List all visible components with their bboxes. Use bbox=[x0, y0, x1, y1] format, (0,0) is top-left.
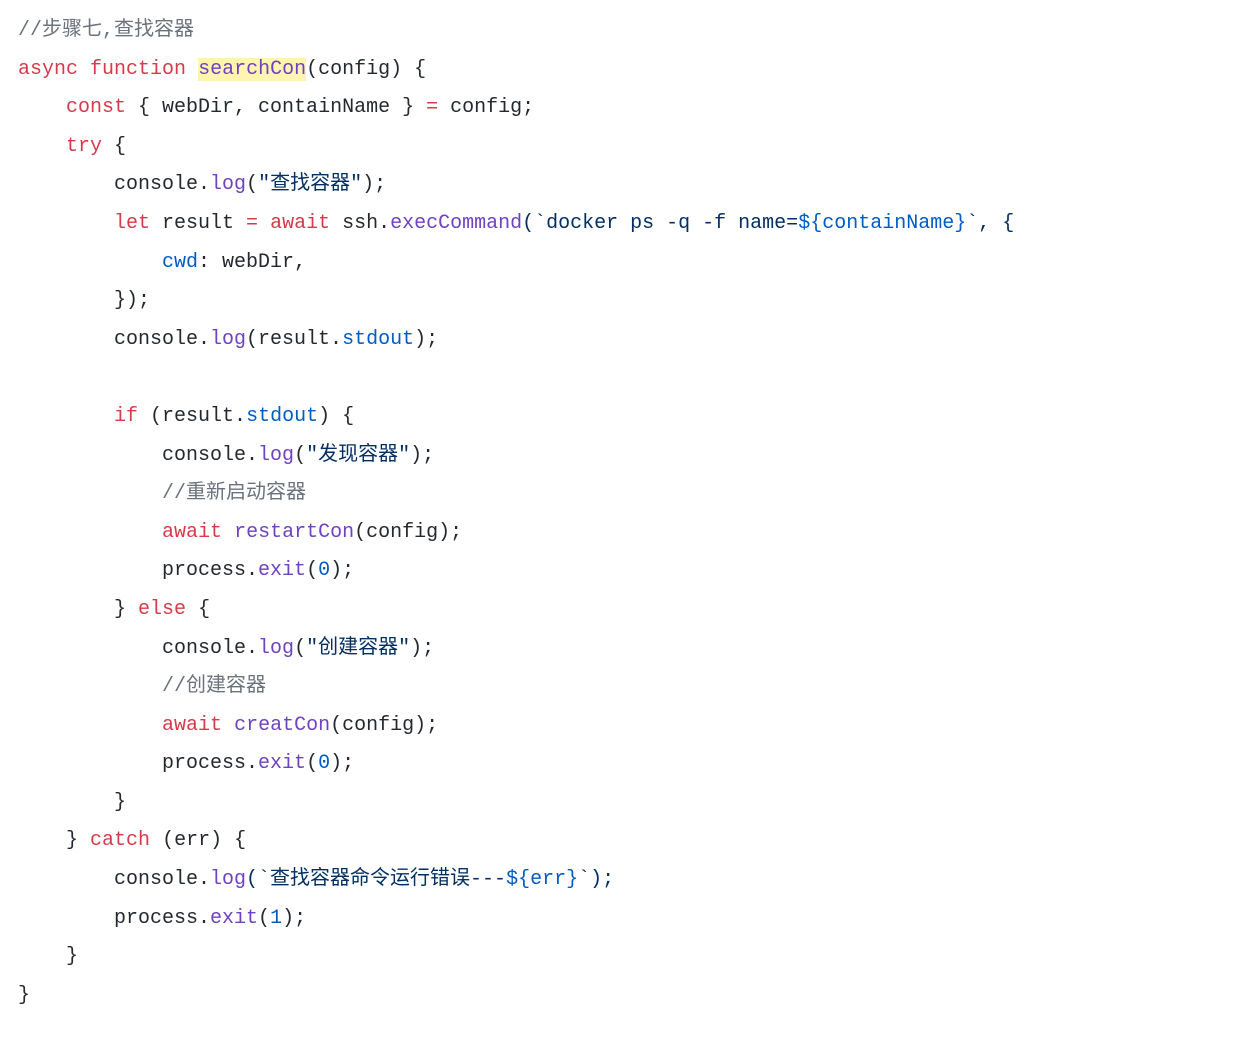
catch-sig: (err) { bbox=[150, 829, 246, 852]
p: ); bbox=[410, 637, 434, 660]
comment-create: //创建容器 bbox=[162, 675, 266, 698]
sig: (config) { bbox=[306, 58, 426, 81]
tpl-open: (`docker ps -q -f name= bbox=[522, 212, 798, 235]
destruct: { webDir, containName } bbox=[126, 96, 426, 119]
fn-restart: restartCon bbox=[234, 521, 354, 544]
p: ); bbox=[362, 173, 386, 196]
tpl-err-close: `); bbox=[578, 868, 614, 891]
kw-const: const bbox=[66, 96, 126, 119]
str-create: "创建容器" bbox=[306, 637, 410, 660]
result: result bbox=[150, 212, 246, 235]
fn-exit: exit bbox=[210, 907, 258, 930]
brace-close: } bbox=[18, 984, 30, 1007]
p: ( bbox=[294, 444, 306, 467]
fn-log: log bbox=[210, 173, 246, 196]
str-search: "查找容器" bbox=[258, 173, 362, 196]
process: process. bbox=[114, 907, 210, 930]
fn-exec: execCommand bbox=[390, 212, 522, 235]
p: ( bbox=[306, 752, 318, 775]
kw-else: else bbox=[138, 598, 186, 621]
p: ( bbox=[258, 907, 270, 930]
brace-close: } bbox=[114, 598, 126, 621]
brace: { bbox=[102, 135, 126, 158]
p: ( bbox=[306, 559, 318, 582]
brace: { bbox=[186, 598, 210, 621]
num1: 1 bbox=[270, 907, 282, 930]
call: (config); bbox=[354, 521, 462, 544]
stdout: stdout bbox=[246, 405, 318, 428]
p: ); bbox=[330, 752, 354, 775]
if-close: ) { bbox=[318, 405, 354, 428]
num0: 0 bbox=[318, 559, 330, 582]
cwd-key: cwd bbox=[162, 251, 198, 274]
p: ( bbox=[294, 637, 306, 660]
kw-await: await bbox=[162, 521, 222, 544]
console: console. bbox=[114, 868, 210, 891]
brace-close: } bbox=[66, 945, 78, 968]
kw-try: try bbox=[66, 135, 102, 158]
fn-log: log bbox=[258, 637, 294, 660]
kw-catch: catch bbox=[90, 829, 150, 852]
obj-close: }); bbox=[114, 289, 150, 312]
kw-await: await bbox=[270, 212, 330, 235]
brace-close: } bbox=[66, 829, 78, 852]
fn-log: log bbox=[210, 328, 246, 351]
brace-close: } bbox=[114, 791, 126, 814]
console: console. bbox=[162, 444, 258, 467]
kw-await: await bbox=[162, 714, 222, 737]
eq: = bbox=[426, 96, 438, 119]
console: console. bbox=[114, 328, 210, 351]
eq: = bbox=[246, 212, 258, 235]
console: console. bbox=[114, 173, 210, 196]
kw-let: let bbox=[114, 212, 150, 235]
console: console. bbox=[162, 637, 258, 660]
process: process. bbox=[162, 752, 258, 775]
p: ); bbox=[410, 444, 434, 467]
ssh: ssh. bbox=[330, 212, 390, 235]
p: (result. bbox=[246, 328, 342, 351]
comment-restart: //重新启动容器 bbox=[162, 482, 306, 505]
fn-exit: exit bbox=[258, 559, 306, 582]
cwd-val: : webDir, bbox=[198, 251, 306, 274]
tpl-interp: ${containName} bbox=[798, 212, 966, 235]
kw-async: async bbox=[18, 58, 78, 81]
if-open: (result. bbox=[138, 405, 246, 428]
fn-log: log bbox=[210, 868, 246, 891]
kw-function: function bbox=[90, 58, 186, 81]
fn-log: log bbox=[258, 444, 294, 467]
call: (config); bbox=[330, 714, 438, 737]
tpl-err-open: (`查找容器命令运行错误--- bbox=[246, 868, 506, 891]
p: ); bbox=[330, 559, 354, 582]
comment-line: //步骤七,查找容器 bbox=[18, 19, 194, 42]
stdout: stdout bbox=[342, 328, 414, 351]
process: process. bbox=[162, 559, 258, 582]
p: ); bbox=[282, 907, 306, 930]
tpl-close: `, { bbox=[966, 212, 1014, 235]
tpl-err-interp: ${err} bbox=[506, 868, 578, 891]
kw-if: if bbox=[114, 405, 138, 428]
fn-exit: exit bbox=[258, 752, 306, 775]
p: ( bbox=[246, 173, 258, 196]
p: ); bbox=[414, 328, 438, 351]
config: config; bbox=[438, 96, 534, 119]
num0: 0 bbox=[318, 752, 330, 775]
fn-searchcon: searchCon bbox=[198, 58, 306, 81]
fn-create: creatCon bbox=[234, 714, 330, 737]
str-found: "发现容器" bbox=[306, 444, 410, 467]
code-block: //步骤七,查找容器 async function searchCon(conf… bbox=[0, 0, 1242, 1031]
